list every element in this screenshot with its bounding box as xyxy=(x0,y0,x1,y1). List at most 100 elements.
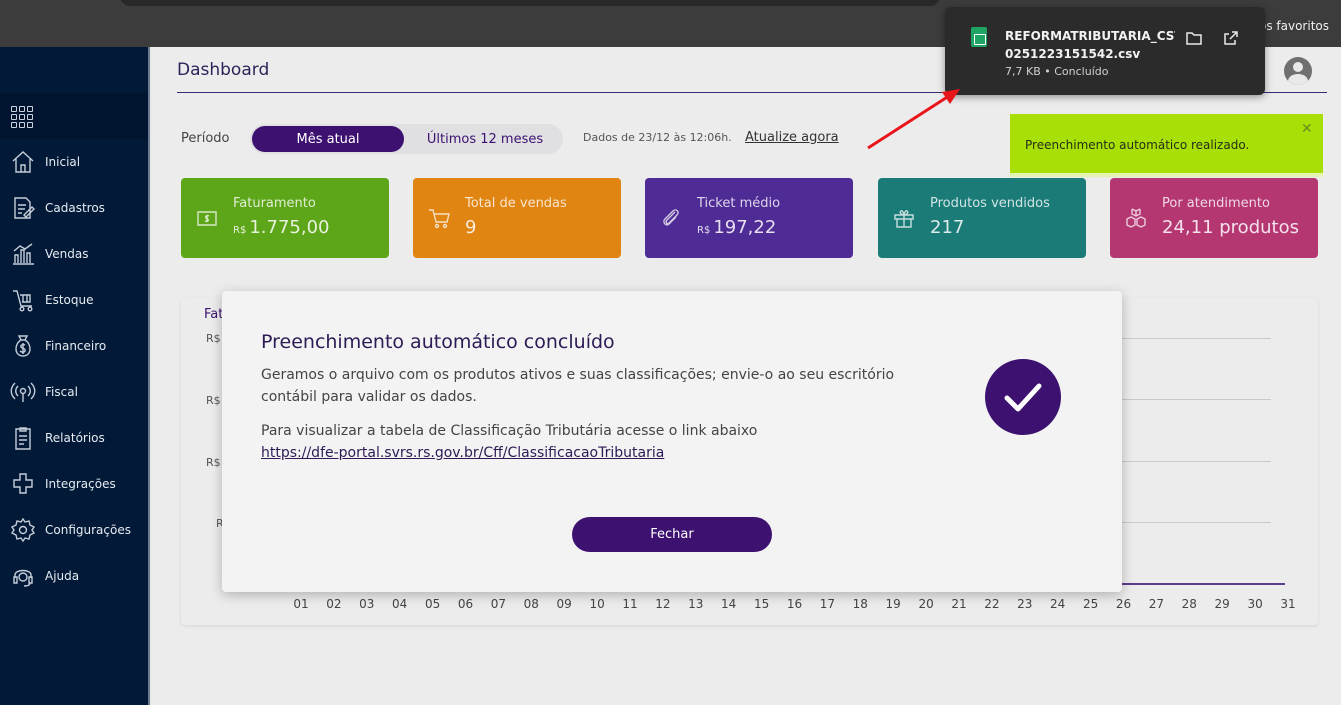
user-avatar-icon[interactable] xyxy=(1284,57,1312,85)
apps-grid-icon xyxy=(11,106,33,128)
x-tick-label: 19 xyxy=(885,597,901,611)
apps-menu-button[interactable] xyxy=(0,93,148,139)
y-tick-label: R$ xyxy=(206,456,221,469)
sidebar-item-label: Cadastros xyxy=(45,201,105,215)
money-bag-icon xyxy=(0,333,45,359)
sidebar-item-label: Estoque xyxy=(45,293,94,307)
x-tick-label: 21 xyxy=(951,597,967,611)
x-tick-label: 06 xyxy=(457,597,474,611)
x-tick-label: 29 xyxy=(1214,597,1230,611)
modal-description: Geramos o arquivo com os produtos ativos… xyxy=(261,367,895,405)
period-label: Período xyxy=(181,131,230,146)
x-tick-label: 02 xyxy=(326,597,342,611)
card-title: Faturamento xyxy=(233,196,316,211)
x-tick-label: 12 xyxy=(655,597,671,611)
card-value: R$ 1.775,00 xyxy=(233,217,330,238)
sidebar-item-label: Integrações xyxy=(45,477,116,491)
period-current-month-button[interactable]: Mês atual xyxy=(252,126,404,152)
x-tick-label: 07 xyxy=(490,597,507,611)
headset-icon xyxy=(0,563,45,589)
x-tick-label: 11 xyxy=(622,597,638,611)
x-tick-label: 13 xyxy=(688,597,704,611)
card-value: 217 xyxy=(930,217,965,238)
cart-icon xyxy=(427,206,451,230)
toast-message: Preenchimento automático realizado. xyxy=(1025,138,1250,152)
x-tick-label: 17 xyxy=(819,597,836,611)
card-title: Ticket médio xyxy=(697,196,781,211)
toast-close-icon[interactable]: ✕ xyxy=(1301,121,1313,137)
sidebar-item-ajuda[interactable]: Ajuda xyxy=(0,556,148,596)
close-modal-button[interactable]: Fechar xyxy=(572,517,772,552)
card-total-vendas: Total de vendas 9 xyxy=(413,178,621,258)
x-axis-labels: 01 02 03 04 05 06 07 08 09 10 11 12 13 14 15 16 17 18 19 20… xyxy=(289,597,1295,613)
x-tick-label: 24 xyxy=(1050,597,1066,611)
chart-gridline xyxy=(1121,461,1271,462)
address-bar[interactable] xyxy=(120,0,940,6)
bar-chart-icon xyxy=(0,241,45,267)
x-tick-label: 09 xyxy=(556,597,572,611)
x-tick-label: 20 xyxy=(918,597,934,611)
sidebar-item-vendas[interactable]: Vendas xyxy=(0,234,148,274)
sidebar-item-label: Financeiro xyxy=(45,339,107,353)
chart-title: Fat xyxy=(204,307,224,322)
check-icon xyxy=(985,359,1061,435)
sidebar-item-label: Ajuda xyxy=(45,569,80,583)
sidebar-item-label: Fiscal xyxy=(45,385,78,399)
sidebar-item-label: Configurações xyxy=(45,523,131,537)
card-value: 24,11 produtos xyxy=(1162,217,1299,238)
card-faturamento: Faturamento R$ 1.775,00 xyxy=(181,178,389,258)
x-tick-label: 31 xyxy=(1280,597,1296,611)
chart-gridline xyxy=(1121,522,1271,523)
sidebar-item-label: Inicial xyxy=(45,155,81,169)
card-title: Produtos vendidos xyxy=(930,196,1050,211)
period-last-12-months-button[interactable]: Últimos 12 meses xyxy=(410,126,560,152)
house-icon xyxy=(0,149,45,175)
card-por-atendimento: Por atendimento 24,11 produtos xyxy=(1110,178,1318,258)
card-ticket-medio: Ticket médio R$ 197,22 xyxy=(645,178,853,258)
update-now-link[interactable]: Atualize agora xyxy=(745,130,839,145)
document-edit-icon xyxy=(0,195,45,221)
x-tick-label: 04 xyxy=(392,597,408,611)
download-filename-line2[interactable]: 0251223151542.csv xyxy=(1005,45,1140,63)
card-title: Total de vendas xyxy=(465,196,567,211)
x-tick-label: 05 xyxy=(424,597,441,611)
paperclip-icon xyxy=(659,206,683,230)
sidebar-item-label: Vendas xyxy=(45,247,89,261)
x-tick-label: 27 xyxy=(1148,597,1165,611)
sidebar-item-fiscal[interactable]: Fiscal xyxy=(0,372,148,412)
chart-series-line xyxy=(1121,583,1285,585)
card-value: R$ 197,22 xyxy=(697,217,777,238)
sidebar-item-financeiro[interactable]: Financeiro xyxy=(0,326,148,366)
sidebar-item-integracoes[interactable]: Integrações xyxy=(0,464,148,504)
x-tick-label: 26 xyxy=(1115,597,1132,611)
sidebar-item-label: Relatórios xyxy=(45,431,105,445)
card-title: Por atendimento xyxy=(1162,196,1270,211)
sidebar-item-estoque[interactable]: Estoque xyxy=(0,280,148,320)
x-tick-label: 25 xyxy=(1082,597,1099,611)
annotation-arrow-icon xyxy=(867,89,960,150)
open-external-icon[interactable] xyxy=(1222,29,1240,47)
cart-dolly-icon xyxy=(0,287,45,313)
sidebar-item-relatorios[interactable]: Relatórios xyxy=(0,418,148,458)
plug-icon xyxy=(0,471,45,497)
success-toast: Preenchimento automático realizado. ✕ xyxy=(1010,114,1323,177)
x-tick-label: 22 xyxy=(984,597,1000,611)
x-tick-label: 10 xyxy=(589,597,605,611)
bookmarks-label[interactable]: os favoritos xyxy=(1259,19,1329,33)
chart-gridline xyxy=(1121,338,1271,339)
x-tick-label: 08 xyxy=(523,597,539,611)
spreadsheet-file-icon xyxy=(971,27,987,47)
y-tick-label: R$ xyxy=(206,394,221,407)
clipboard-icon xyxy=(0,425,45,451)
sidebar-item-inicial[interactable]: Inicial xyxy=(0,142,148,182)
x-tick-label: 01 xyxy=(293,597,309,611)
sidebar-item-cadastros[interactable]: Cadastros xyxy=(0,188,148,228)
classification-table-link[interactable]: https://dfe-portal.svrs.rs.gov.br/Cff/Cl… xyxy=(261,442,664,464)
x-tick-label: 15 xyxy=(753,597,770,611)
x-tick-label: 28 xyxy=(1181,597,1197,611)
sidebar-item-configuracoes[interactable]: Configurações xyxy=(0,510,148,550)
download-filename-line1[interactable]: REFORMATRIBUTARIA_CSTCI xyxy=(1005,26,1175,47)
folder-icon[interactable] xyxy=(1185,29,1203,47)
x-tick-label: 23 xyxy=(1017,597,1033,611)
completion-modal: Preenchimento automático concluído Geram… xyxy=(222,291,1122,592)
